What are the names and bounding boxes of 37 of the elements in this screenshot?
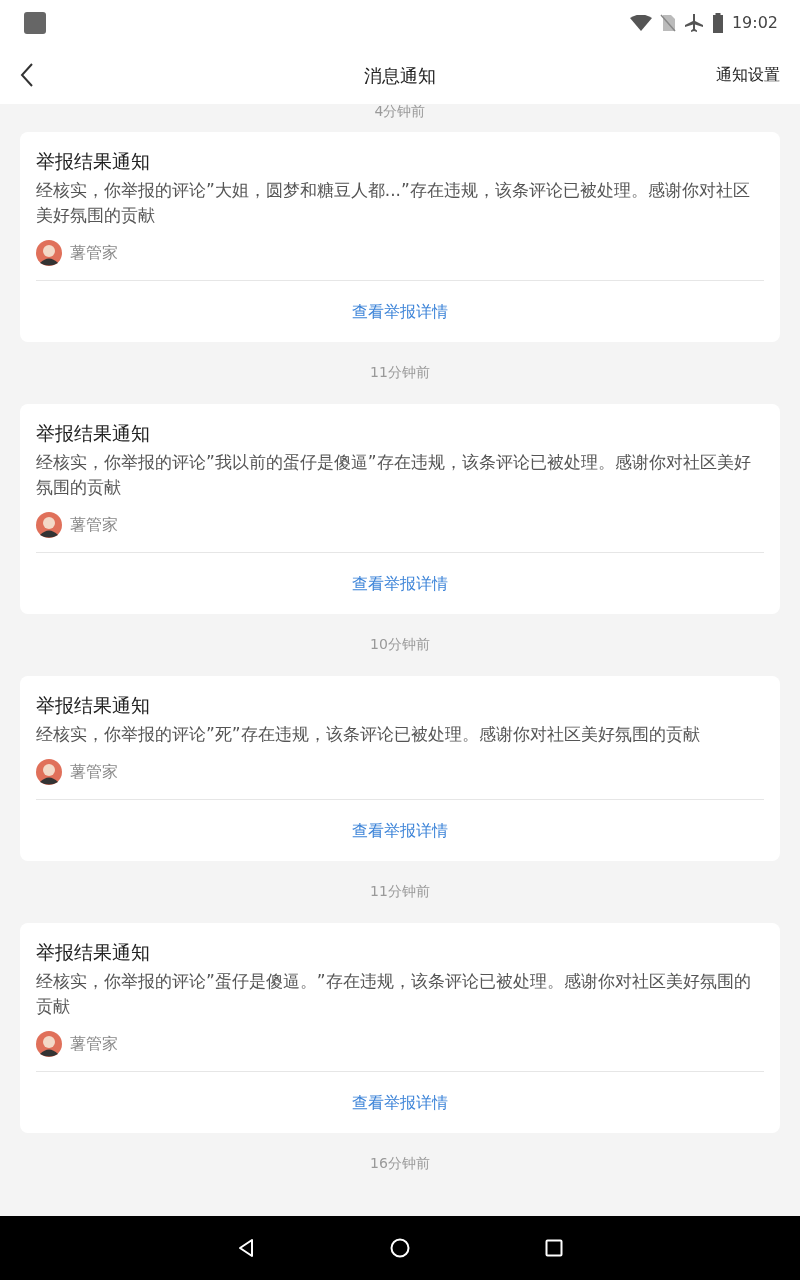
timestamp: 11分钟前 (370, 364, 430, 380)
no-sim-icon (659, 14, 676, 32)
notification-settings-link[interactable]: 通知设置 (716, 63, 780, 87)
timestamp: 11分钟前 (370, 883, 430, 899)
view-report-details-link[interactable]: 查看举报详情 (352, 571, 448, 596)
app-notification-icon (24, 12, 46, 34)
recents-nav-icon[interactable] (545, 1239, 563, 1257)
avatar-icon (36, 1031, 62, 1057)
home-nav-icon[interactable] (390, 1238, 410, 1258)
view-report-details-link[interactable]: 查看举报详情 (352, 299, 448, 324)
notification-title: 举报结果通知 (36, 940, 151, 965)
airplane-icon (683, 13, 704, 33)
battery-icon (711, 13, 724, 33)
notification-title: 举报结果通知 (36, 421, 151, 446)
author-name: 薯管家 (70, 242, 118, 264)
notification-message: 经核实，你举报的评论”蛋仔是傻逼。”存在违规，该条评论已被处理。感谢你对社区美好氛围的贡献 (36, 970, 752, 1018)
notification-message: 经核实，你举报的评论”死”存在违规，该条评论已被处理。感谢你对社区美好氛围的贡献 (36, 723, 701, 746)
timestamp: 10分钟前 (370, 636, 430, 652)
status-time: 19:02 (731, 12, 778, 34)
avatar-icon (36, 240, 62, 266)
author-name: 薯管家 (70, 514, 118, 536)
notification-message: 经核实，你举报的评论”我以前的蛋仔是傻逼”存在违规，该条评论已被处理。感谢你对社区美好氛围的贡献 (36, 451, 752, 499)
view-report-details-link[interactable]: 查看举报详情 (352, 818, 448, 843)
avatar-icon (36, 512, 62, 538)
wifi-icon (629, 15, 652, 31)
back-button[interactable] (20, 62, 34, 88)
page-title: 消息通知 (364, 63, 436, 88)
back-nav-icon[interactable] (237, 1238, 255, 1258)
notification-title: 举报结果通知 (36, 693, 151, 718)
author-name: 薯管家 (70, 761, 118, 783)
view-report-details-link[interactable]: 查看举报详情 (352, 1090, 448, 1115)
notification-title: 举报结果通知 (36, 149, 151, 174)
notification-message: 经核实，你举报的评论”大姐，圆梦和糖豆人都...”存在违规，该条评论已被处理。感谢你对社区美好氛围的贡献 (36, 179, 751, 227)
avatar-icon (36, 759, 62, 785)
timestamp: 4分钟前 (374, 104, 426, 119)
timestamp: 16分钟前 (370, 1155, 430, 1171)
author-name: 薯管家 (70, 1033, 118, 1055)
